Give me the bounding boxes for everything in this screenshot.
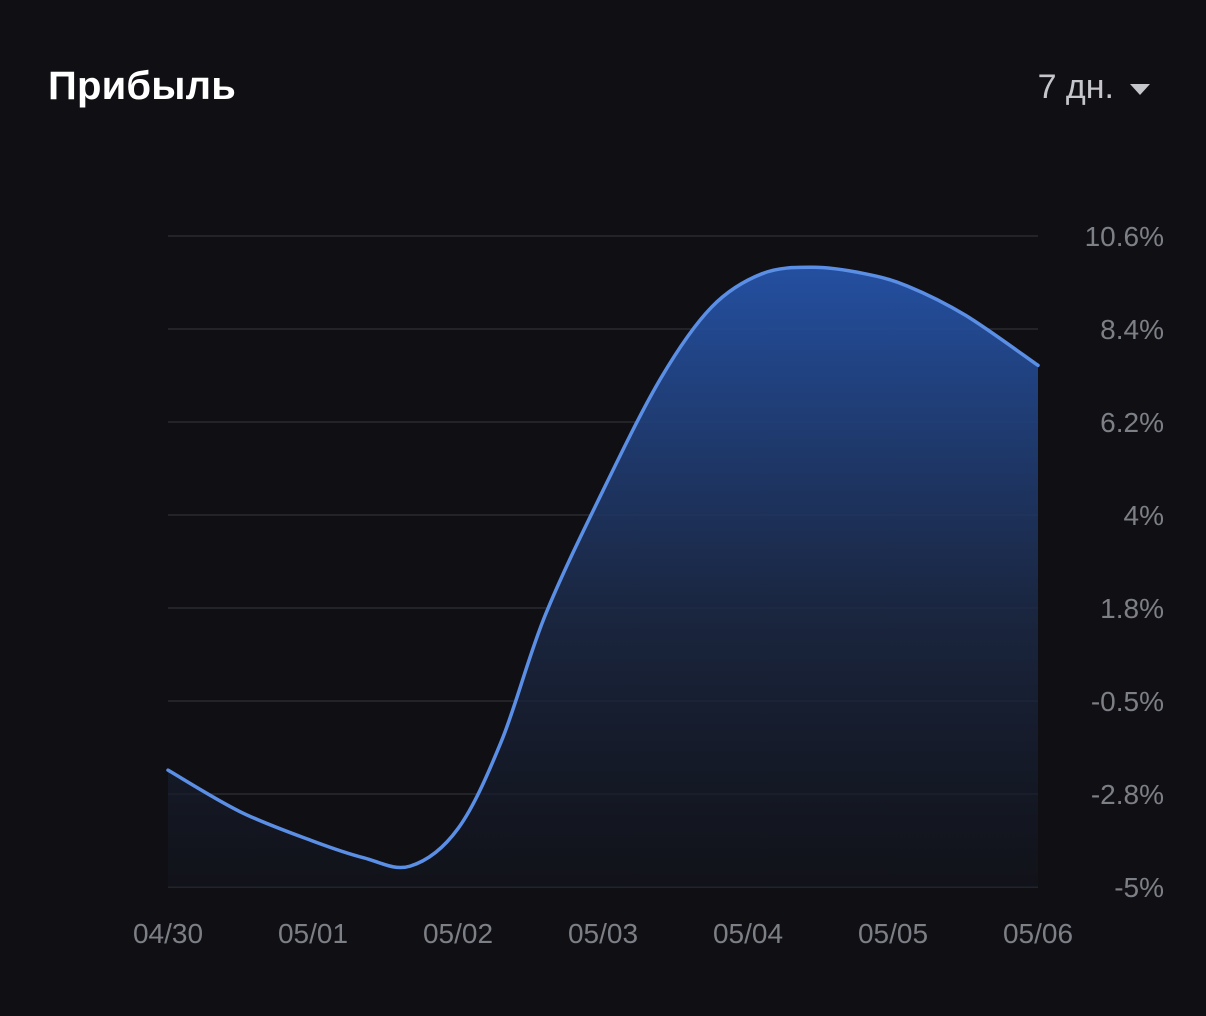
y-tick-label: 4% (1124, 500, 1164, 531)
y-tick-label: 10.6% (1085, 221, 1164, 252)
y-tick-label: 8.4% (1100, 314, 1164, 345)
x-tick-label: 04/30 (133, 918, 203, 949)
x-axis-ticks: 04/30 05/01 05/02 05/03 05/04 05/05 05/06 (133, 918, 1073, 949)
x-tick-label: 05/01 (278, 918, 348, 949)
x-tick-label: 05/05 (858, 918, 928, 949)
x-tick-label: 05/06 (1003, 918, 1073, 949)
y-tick-label: 1.8% (1100, 593, 1164, 624)
x-tick-label: 05/03 (568, 918, 638, 949)
y-tick-label: -0.5% (1091, 686, 1164, 717)
y-tick-label: -2.8% (1091, 779, 1164, 810)
y-tick-label: -5% (1114, 872, 1164, 903)
profit-chart: 10.6% 8.4% 6.2% 4% 1.8% -0.5% -2.8% -5% 04/30 05… (133, 221, 1164, 949)
x-tick-label: 05/02 (423, 918, 493, 949)
y-axis-ticks: 10.6% 8.4% 6.2% 4% 1.8% -0.5% -2.8% -5% (1085, 221, 1164, 903)
x-tick-label: 05/04 (713, 918, 783, 949)
y-tick-label: 6.2% (1100, 407, 1164, 438)
